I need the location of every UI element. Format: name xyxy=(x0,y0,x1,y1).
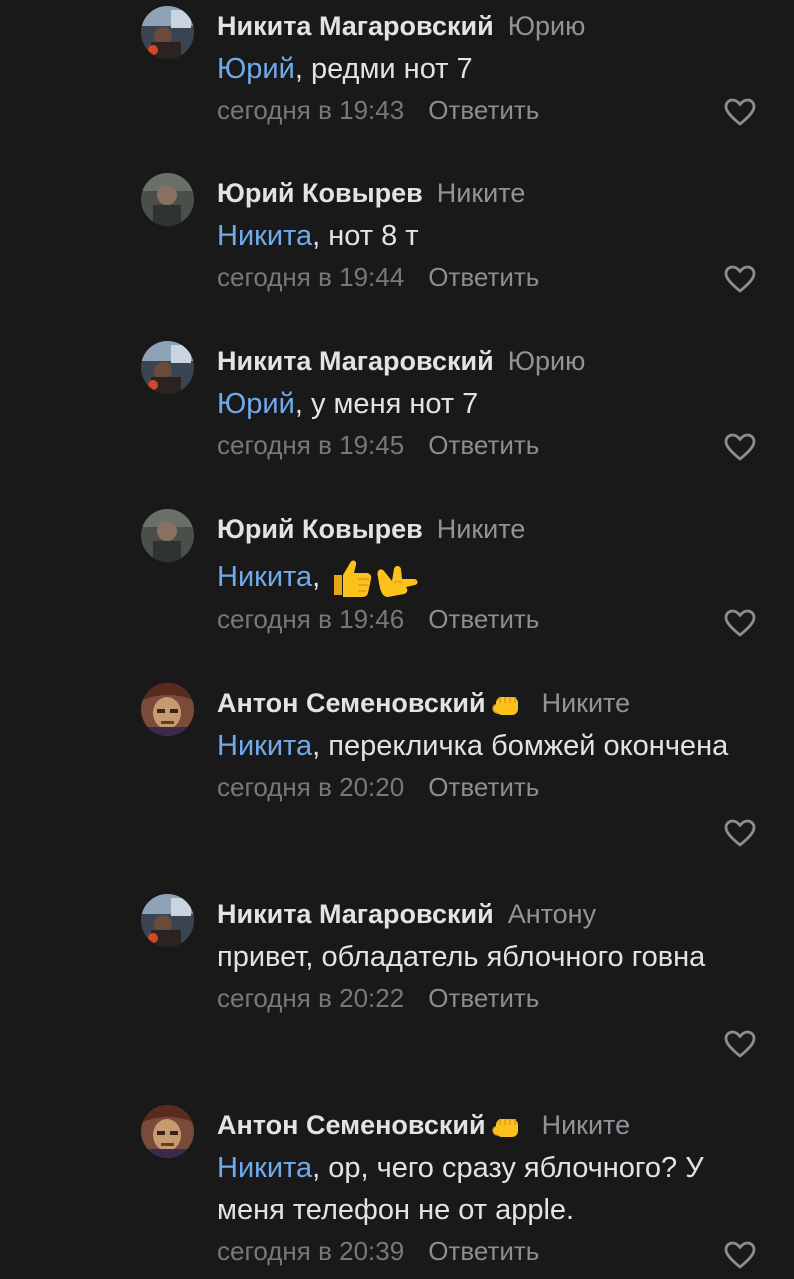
avatar[interactable] xyxy=(141,6,194,59)
comment-text: Юрий, у меня нот 7 xyxy=(217,383,757,425)
comment-header: Юрий Ковырев Никите xyxy=(217,175,764,211)
comment-header: Никита Магаровский Антону xyxy=(217,896,764,932)
comment-header: Антон Семеновский Никите xyxy=(217,685,764,721)
reply-button[interactable]: Ответить xyxy=(428,1236,539,1266)
avatar[interactable] xyxy=(141,683,194,736)
comment-meta: сегодня в 20:20 Ответить xyxy=(217,769,764,805)
comment-body: Юрий Ковырев Никите Никита, сегодня в 19:… xyxy=(217,511,764,637)
comment-body: Антон Семеновский Никите Никита, перекли… xyxy=(217,685,764,805)
comment-meta: сегодня в 20:22 Ответить xyxy=(217,980,764,1016)
reply-to-name[interactable]: Юрию xyxy=(508,346,586,376)
comment-body: Антон Семеновский Никите Никита, ор, чег… xyxy=(217,1107,764,1269)
comment-message: , редми нот 7 xyxy=(294,53,473,85)
reply-to-name[interactable]: Никите xyxy=(542,688,631,718)
comment-header: Никита Магаровский Юрию xyxy=(217,8,764,44)
comment-meta: сегодня в 19:45 Ответить xyxy=(217,427,764,463)
comment-text: Никита, ор, чего сразу яблочного? У меня… xyxy=(217,1147,757,1231)
avatar[interactable] xyxy=(141,1105,194,1158)
heart-icon[interactable] xyxy=(724,265,756,293)
comment-text: Юрий, редми нот 7 xyxy=(217,48,757,90)
reply-button[interactable]: Ответить xyxy=(428,430,539,460)
comment-message: привет, обладатель яблочного говна xyxy=(217,941,706,973)
comment-text: привет, обладатель яблочного говна xyxy=(217,936,757,978)
author-name[interactable]: Антон Семеновский xyxy=(217,688,486,718)
comment-body: Никита Магаровский Антону привет, обладат… xyxy=(217,896,764,1016)
comment-meta: сегодня в 19:46 Ответить xyxy=(217,601,764,637)
comment-text: Никита, нот 8 т xyxy=(217,215,757,257)
avatar[interactable] xyxy=(141,509,194,562)
comment-time: сегодня в 20:20 xyxy=(217,772,405,802)
author-name[interactable]: Никита Магаровский xyxy=(217,899,494,929)
reply-button[interactable]: Ответить xyxy=(428,983,539,1013)
comment-meta: сегодня в 20:39 Ответить xyxy=(217,1233,764,1269)
fist-emoji xyxy=(492,1118,518,1137)
comment-body: Юрий Ковырев Никите Никита, нот 8 т сегод… xyxy=(217,175,764,295)
author-name[interactable]: Антон Семеновский xyxy=(217,1110,486,1140)
comment-time: сегодня в 19:44 xyxy=(217,262,405,292)
reply-to-name[interactable]: Юрию xyxy=(508,11,586,41)
comment-meta: сегодня в 19:44 Ответить xyxy=(217,259,764,295)
mention-link[interactable]: Никита xyxy=(217,730,312,762)
reply-to-name[interactable]: Антону xyxy=(508,899,596,929)
comment-text: Никита, перекличка бомжей окончена xyxy=(217,725,757,767)
comment-body: Никита Магаровский Юрию Юрий, редми нот 7… xyxy=(217,8,764,128)
heart-icon[interactable] xyxy=(724,609,756,637)
comment-message: , у меня нот 7 xyxy=(294,388,479,420)
heart-icon[interactable] xyxy=(724,1241,756,1269)
fist-emoji xyxy=(492,696,518,715)
comment-message: , xyxy=(312,561,329,593)
reply-to-name[interactable]: Никите xyxy=(542,1110,631,1140)
heart-icon[interactable] xyxy=(724,819,756,847)
mention-link[interactable]: Юрий xyxy=(217,388,295,420)
mention-link[interactable]: Никита xyxy=(217,1152,312,1184)
mention-link[interactable]: Никита xyxy=(217,220,312,252)
comment-time: сегодня в 19:46 xyxy=(217,604,405,634)
comment-time: сегодня в 20:39 xyxy=(217,1236,405,1266)
thumbs-up-emoji xyxy=(334,560,372,598)
mention-link[interactable]: Юрий xyxy=(217,53,295,85)
avatar[interactable] xyxy=(141,173,194,226)
comment-time: сегодня в 19:45 xyxy=(217,430,405,460)
comment-meta: сегодня в 19:43 Ответить xyxy=(217,92,764,128)
reply-to-name[interactable]: Никите xyxy=(437,514,526,544)
comment-time: сегодня в 19:43 xyxy=(217,95,405,125)
reply-to-name[interactable]: Никите xyxy=(437,178,526,208)
comment-time: сегодня в 20:22 xyxy=(217,983,405,1013)
author-name[interactable]: Юрий Ковырев xyxy=(217,178,423,208)
comment-header: Юрий Ковырев Никите xyxy=(217,511,764,547)
reply-button[interactable]: Ответить xyxy=(428,262,539,292)
heart-icon[interactable] xyxy=(724,433,756,461)
comment-message: , перекличка бомжей окончена xyxy=(312,730,729,762)
heart-icon[interactable] xyxy=(724,1030,756,1058)
reply-button[interactable]: Ответить xyxy=(428,604,539,634)
author-name[interactable]: Юрий Ковырев xyxy=(217,514,423,544)
reply-button[interactable]: Ответить xyxy=(428,772,539,802)
comment-message: , нот 8 т xyxy=(312,220,419,252)
heart-icon[interactable] xyxy=(724,98,756,126)
comment-header: Никита Магаровский Юрию xyxy=(217,343,764,379)
avatar[interactable] xyxy=(141,341,194,394)
comment-text: Никита, xyxy=(217,551,757,603)
comment-header: Антон Семеновский Никите xyxy=(217,1107,764,1143)
comment-body: Никита Магаровский Юрию Юрий, у меня нот … xyxy=(217,343,764,463)
reply-button[interactable]: Ответить xyxy=(428,95,539,125)
mention-link[interactable]: Никита xyxy=(217,561,312,593)
call-me-hand-emoji xyxy=(377,566,418,598)
author-name[interactable]: Никита Магаровский xyxy=(217,11,494,41)
author-name[interactable]: Никита Магаровский xyxy=(217,346,494,376)
avatar[interactable] xyxy=(141,894,194,947)
